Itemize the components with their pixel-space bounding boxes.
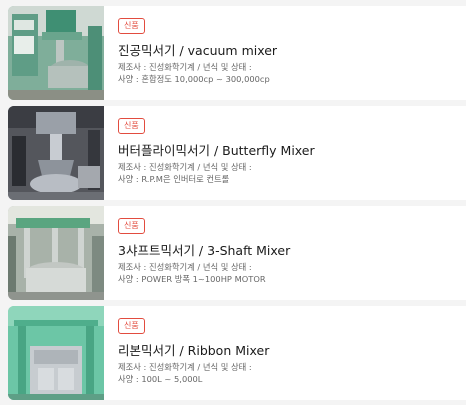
product-card[interactable]: 신품 3샤프트믹서기 / 3-Shaft Mixer 제조사 : 진성화학기계 …: [8, 206, 466, 300]
product-title[interactable]: 리본믹서기 / Ribbon Mixer: [118, 340, 269, 359]
3-shaft-mixer-image: [8, 206, 104, 300]
product-photo-butterfly-mixer[interactable]: [8, 106, 104, 200]
new-badge: 신품: [118, 118, 145, 134]
product-card[interactable]: 신품 버터플라이믹서기 / Butterfly Mixer 제조사 : 진성화학…: [8, 106, 466, 200]
vacuum-mixer-image: [8, 6, 104, 100]
product-title[interactable]: 버터플라이믹서기 / Butterfly Mixer: [118, 140, 315, 159]
product-title[interactable]: 진공믹서기 / vacuum mixer: [118, 40, 277, 59]
product-card[interactable]: 신품 진공믹서기 / vacuum mixer 제조사 : 진성화학기계 / 년…: [8, 6, 466, 100]
product-maker: 제조사 : 진성화학기계 / 년식 및 상태 :: [118, 362, 252, 372]
product-card[interactable]: 신품 리본믹서기 / Ribbon Mixer 제조사 : 진성화학기계 / 년…: [8, 306, 466, 400]
product-maker: 제조사 : 진성화학기계 / 년식 및 상태 :: [118, 162, 252, 172]
new-badge: 신품: [118, 318, 145, 334]
butterfly-mixer-image: [8, 106, 104, 200]
product-photo-vacuum-mixer[interactable]: [8, 6, 104, 100]
product-maker: 제조사 : 진성화학기계 / 년식 및 상태 :: [118, 262, 252, 272]
product-photo-3-shaft-mixer[interactable]: [8, 206, 104, 300]
product-spec: 사양 : 100L ~ 5,000L: [118, 374, 203, 384]
product-spec: 사양 : 혼합정도 10,000cp ~ 300,000cp: [118, 74, 270, 84]
ribbon-mixer-image: [8, 306, 104, 400]
product-spec: 사양 : R.P.M은 인버터로 컨트롤: [118, 174, 230, 184]
product-spec: 사양 : POWER 방폭 1~100HP MOTOR: [118, 274, 266, 284]
product-title[interactable]: 3샤프트믹서기 / 3-Shaft Mixer: [118, 240, 290, 259]
new-badge: 신품: [118, 218, 145, 234]
new-badge: 신품: [118, 18, 145, 34]
product-maker: 제조사 : 진성화학기계 / 년식 및 상태 :: [118, 62, 252, 72]
product-photo-ribbon-mixer[interactable]: [8, 306, 104, 400]
